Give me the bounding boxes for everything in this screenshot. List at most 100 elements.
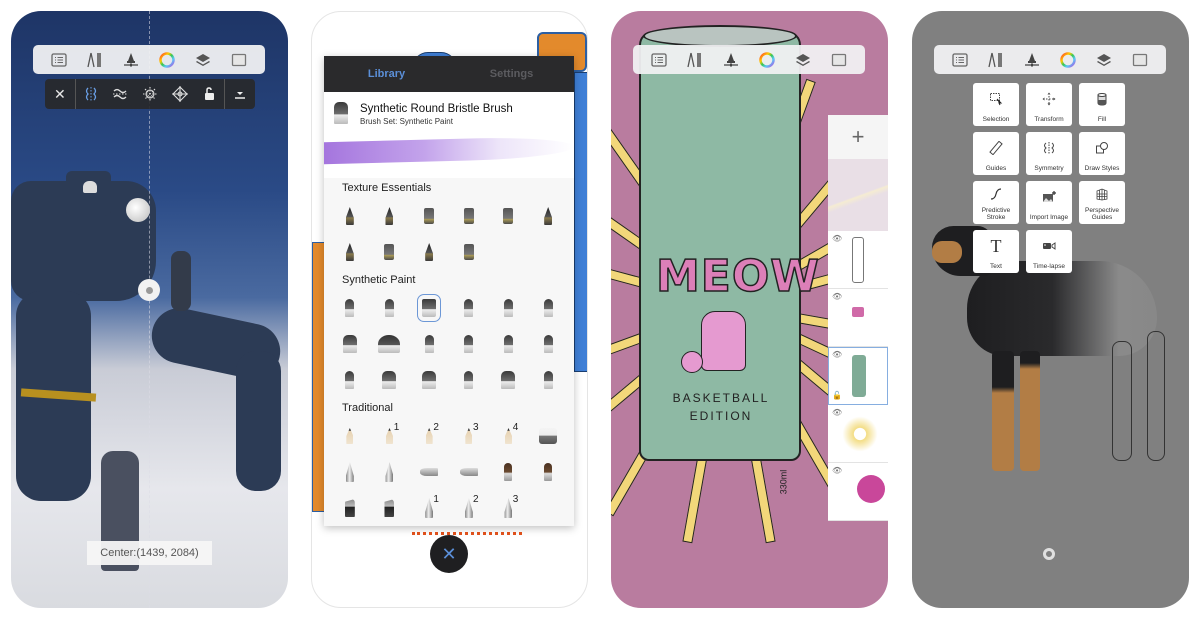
brush-item[interactable] <box>370 234 410 270</box>
color-wheel-icon[interactable] <box>1058 50 1078 70</box>
brush-item[interactable] <box>370 490 410 526</box>
unlock-icon[interactable]: 🔓 <box>832 391 842 400</box>
brush-size-icon[interactable] <box>1022 50 1042 70</box>
layer-item[interactable]: 👁 <box>828 231 888 289</box>
canvas-icon[interactable] <box>1130 50 1150 70</box>
lock-button[interactable] <box>195 79 225 109</box>
brush-size-icon[interactable] <box>121 50 141 70</box>
symmetry-radial-button[interactable] <box>135 79 165 109</box>
tool-fill[interactable]: Fill <box>1079 83 1125 126</box>
close-library-button[interactable]: ✕ <box>430 535 468 573</box>
brush-item[interactable] <box>449 326 489 362</box>
eye-icon[interactable]: 👁 <box>832 234 842 243</box>
symmetry-center-handle[interactable] <box>138 279 160 301</box>
brush-item[interactable] <box>528 362 568 398</box>
brush-item[interactable] <box>489 290 529 326</box>
brush-item[interactable] <box>330 234 370 270</box>
brush-item[interactable] <box>528 290 568 326</box>
eye-icon[interactable]: 👁 <box>832 466 842 475</box>
brush-item[interactable]: 3 <box>449 418 489 454</box>
eye-icon[interactable]: 👁 <box>832 292 842 301</box>
brush-icon <box>463 208 474 224</box>
brush-item[interactable] <box>409 326 449 362</box>
tool-predictive-stroke[interactable]: Predictive Stroke <box>973 181 1019 224</box>
symmetry-rotational-button[interactable] <box>105 79 135 109</box>
tool-transform[interactable]: Transform <box>1026 83 1072 126</box>
brush-item[interactable] <box>489 198 529 234</box>
brush-item[interactable] <box>330 454 370 490</box>
brush-item-selected[interactable] <box>409 290 449 326</box>
brush-item[interactable] <box>449 198 489 234</box>
tool-symmetry[interactable]: Symmetry <box>1026 132 1072 175</box>
brush-item[interactable] <box>409 234 449 270</box>
ruler-compass-icon[interactable] <box>85 50 105 70</box>
brush-item[interactable] <box>330 362 370 398</box>
brush-item[interactable] <box>409 454 449 490</box>
brush-icon <box>382 371 397 389</box>
layer-item-selected[interactable]: 👁 🔓 <box>828 347 888 405</box>
brush-item[interactable] <box>409 198 449 234</box>
brush-item[interactable]: 1 <box>409 490 449 526</box>
symmetry-kaleidoscope-button[interactable] <box>165 79 195 109</box>
symmetry-bilateral-button[interactable] <box>76 79 106 109</box>
brush-item[interactable] <box>330 326 370 362</box>
brush-item[interactable]: 3 <box>489 490 529 526</box>
brush-item[interactable] <box>370 454 410 490</box>
layers-list-icon[interactable] <box>649 50 669 70</box>
ruler-compass-icon[interactable] <box>986 50 1006 70</box>
brush-item[interactable] <box>449 290 489 326</box>
brush-item[interactable] <box>528 418 568 454</box>
canvas-icon[interactable] <box>829 50 849 70</box>
tool-perspective-guides[interactable]: Perspective Guides <box>1079 181 1125 224</box>
brush-item[interactable] <box>489 454 529 490</box>
brush-item[interactable] <box>370 326 410 362</box>
layers-list-icon[interactable] <box>950 50 970 70</box>
brush-item[interactable] <box>528 326 568 362</box>
brush-item[interactable] <box>330 198 370 234</box>
color-wheel-icon[interactable] <box>757 50 777 70</box>
brush-item[interactable]: 4 <box>489 418 529 454</box>
tool-guides[interactable]: Guides <box>973 132 1019 175</box>
tool-draw-styles[interactable]: Draw Styles <box>1079 132 1125 175</box>
brush-item[interactable] <box>370 290 410 326</box>
brush-item[interactable] <box>449 234 489 270</box>
add-layer-button[interactable]: + <box>828 115 888 159</box>
close-button[interactable]: ✕ <box>45 79 75 109</box>
brush-item[interactable] <box>370 198 410 234</box>
brush-item[interactable]: 2 <box>449 490 489 526</box>
layer-item[interactable]: 👁 <box>828 405 888 463</box>
brush-item[interactable] <box>330 418 370 454</box>
brush-item[interactable] <box>489 326 529 362</box>
brush-item[interactable] <box>528 454 568 490</box>
layer-item[interactable]: 👁 <box>828 289 888 347</box>
brush-item[interactable] <box>449 454 489 490</box>
brush-item[interactable] <box>528 198 568 234</box>
layers-icon[interactable] <box>1094 50 1114 70</box>
tab-library[interactable]: Library <box>324 56 449 92</box>
tool-time-lapse[interactable]: Time-lapse <box>1026 230 1072 273</box>
eye-icon[interactable]: 👁 <box>832 408 842 417</box>
brush-item[interactable] <box>449 362 489 398</box>
tool-text[interactable]: T Text <box>973 230 1019 273</box>
eye-icon[interactable]: 👁 <box>832 350 842 359</box>
brush-icon <box>417 294 442 322</box>
brush-item[interactable]: 2 <box>409 418 449 454</box>
layer-item[interactable]: 👁 <box>828 463 888 521</box>
ruler-compass-icon[interactable] <box>685 50 705 70</box>
tab-settings[interactable]: Settings <box>449 56 574 92</box>
brush-size-icon[interactable] <box>721 50 741 70</box>
tool-import-image[interactable]: Import Image <box>1026 181 1072 224</box>
brush-item[interactable] <box>330 490 370 526</box>
brush-item[interactable]: 1 <box>370 418 410 454</box>
layers-icon[interactable] <box>793 50 813 70</box>
brush-item[interactable] <box>330 290 370 326</box>
layers-icon[interactable] <box>193 50 213 70</box>
brush-item[interactable] <box>489 362 529 398</box>
layers-list-icon[interactable] <box>49 50 69 70</box>
tool-selection[interactable]: Selection <box>973 83 1019 126</box>
dock-toolbar-button[interactable] <box>225 79 255 109</box>
canvas-icon[interactable] <box>229 50 249 70</box>
brush-item[interactable] <box>409 362 449 398</box>
brush-item[interactable] <box>370 362 410 398</box>
color-wheel-icon[interactable] <box>157 50 177 70</box>
